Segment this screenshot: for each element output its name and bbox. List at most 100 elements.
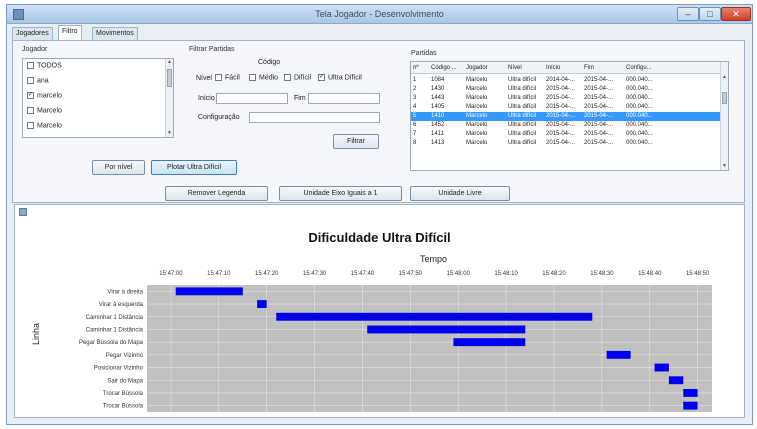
scroll-thumb[interactable] (167, 69, 172, 87)
checkbox[interactable] (27, 77, 34, 84)
table-cell: 1410 (431, 113, 445, 119)
checkbox[interactable] (249, 74, 256, 81)
checkbox[interactable]: ✓ (318, 74, 325, 81)
table-row[interactable]: 4 1405 Marcelo Ultra difícil 2015-04-... 2015… (411, 103, 728, 112)
table-cell: 000.040... (626, 131, 653, 137)
table-cell: 2015-04-... (546, 131, 576, 137)
unidade-eixo-iguais-button[interactable]: Unidade Eixo Iguais a 1 (279, 186, 402, 201)
inicio-label: Início (198, 95, 215, 102)
table-row[interactable]: 7 1411 Marcelo Ultra difícil 2015-04-... 2015… (411, 130, 728, 139)
y-tick-label: Virar à esquerda (99, 302, 144, 308)
table-cell: 1 (413, 77, 417, 83)
configuracao-field[interactable] (249, 112, 380, 123)
table-cell: Ultra difícil (508, 86, 537, 92)
jogador-checkbox-row[interactable]: ana (27, 77, 49, 87)
table-scroll-up-icon[interactable]: ▲ (721, 74, 728, 81)
table-scroll-down-icon[interactable]: ▼ (721, 163, 728, 170)
table-row[interactable]: 1 1084 Marcelo Ultra difícil 2014-04-... 2015… (411, 76, 728, 85)
table-row[interactable]: 5 1410 Marcelo Ultra difícil 2015-04-... 2015… (411, 112, 728, 121)
tab-movimentos[interactable]: Movimentos (92, 27, 138, 40)
table-cell: Ultra difícil (508, 131, 537, 137)
table-cell: 1430 (431, 86, 445, 92)
table-cell: Marcelo (466, 131, 488, 137)
checkbox[interactable] (27, 122, 34, 129)
nivel-label: Médio (259, 74, 279, 82)
scroll-up-icon[interactable]: ▲ (166, 59, 173, 66)
window-title: Tela Jogador - Desenvolvimento (315, 9, 444, 19)
jogador-checklist[interactable]: TODOS ana ✓ marcelo Marcelo Marcelo ▲ ▼ (22, 58, 174, 138)
gantt-bar (606, 350, 631, 359)
filter-tab-panel: Jogador TODOS ana ✓ marcelo Marcelo Marcelo ▲… (12, 40, 745, 203)
title-bar[interactable]: Tela Jogador - Desenvolvimento – □ ✕ (7, 5, 752, 24)
table-cell: 2015-04-... (546, 122, 576, 128)
maximize-button[interactable]: □ (699, 7, 721, 21)
table-scroll-thumb[interactable] (722, 92, 727, 104)
y-tick-label: Pegar Bússola do Mapa (79, 340, 144, 346)
jogador-checkbox-row[interactable]: Marcelo (27, 122, 62, 132)
checkbox[interactable] (215, 74, 222, 81)
remover-legenda-button[interactable]: Remover Legenda (165, 186, 268, 201)
column-header[interactable]: Nível (508, 64, 544, 72)
tab-filtro[interactable]: Filtro (58, 25, 82, 40)
table-cell: Ultra difícil (508, 95, 537, 101)
y-tick-label: Trocar Bússola (103, 404, 144, 410)
nivel-checkbox-row[interactable]: Fácil (215, 74, 240, 84)
column-header[interactable]: Jogador (466, 64, 506, 72)
close-button[interactable]: ✕ (721, 7, 751, 21)
table-cell: 2015-04-... (584, 113, 614, 119)
inicio-field[interactable] (216, 93, 288, 104)
table-cell: Marcelo (466, 122, 488, 128)
nivel-checkbox-row[interactable]: ✓ Ultra Difícil (318, 74, 362, 84)
nivel-checkbox-row[interactable]: Difícil (284, 74, 311, 84)
nivel-checkbox-row[interactable]: Médio (249, 74, 278, 84)
minimize-button[interactable]: – (677, 7, 699, 21)
jogador-label: TODOS (37, 62, 62, 70)
y-tick-label: Caminhar 1 Distância (86, 315, 144, 321)
column-header[interactable]: Configu... (626, 64, 666, 72)
filtrar-button[interactable]: Filtrar (333, 134, 379, 149)
x-tick-label: 15:47:20 (255, 271, 279, 277)
checkbox[interactable]: ✓ (27, 92, 34, 99)
table-cell: 1443 (431, 95, 445, 101)
gantt-bar (276, 312, 593, 321)
gantt-bar (367, 325, 526, 334)
table-cell: 8 (413, 140, 417, 146)
table-cell: Marcelo (466, 95, 488, 101)
table-row[interactable]: 6 1452 Marcelo Ultra difícil 2015-04-... 2015… (411, 121, 728, 130)
y-tick-label: Caminhar 1 Distância (86, 327, 144, 333)
table-cell: 2015-04-... (546, 95, 576, 101)
fim-field[interactable] (308, 93, 380, 104)
jogador-checkbox-row[interactable]: Marcelo (27, 107, 62, 117)
table-scrollbar[interactable]: ▲ ▼ (720, 62, 728, 170)
table-row[interactable]: 2 1430 Marcelo Ultra difícil 2015-04-... 2015… (411, 85, 728, 94)
table-cell: Marcelo (466, 77, 488, 83)
column-header[interactable]: Código ... (431, 64, 464, 72)
table-cell: 000.040... (626, 122, 653, 128)
jogador-checkbox-row[interactable]: TODOS (27, 62, 62, 72)
gantt-bar (257, 300, 267, 308)
scroll-down-icon[interactable]: ▼ (166, 130, 173, 137)
tab-jogadores[interactable]: Jogadores (12, 27, 53, 40)
table-row[interactable]: 3 1443 Marcelo Ultra difícil 2015-04-... 2015… (411, 94, 728, 103)
gantt-bar (453, 338, 526, 347)
plotar-ultra-dificil-button[interactable]: Plotar Ultra Difícil (151, 160, 237, 175)
checkbox[interactable] (27, 62, 34, 69)
jogador-scrollbar[interactable]: ▲ ▼ (165, 59, 173, 137)
nivel-label: Difícil (294, 74, 312, 82)
table-cell: 1084 (431, 77, 445, 83)
gantt-chart: 15:47:00 15:47:10 15:47:20 15:47:30 15:47:40… (79, 271, 712, 412)
partidas-table[interactable]: nº Código ... Jogador Nível Início Fim Configu… (410, 61, 729, 171)
table-row[interactable]: 8 1413 Marcelo Ultra difícil 2015-04-... 2015… (411, 139, 728, 148)
jogador-group-label: Jogador (22, 46, 48, 53)
unidade-livre-button[interactable]: Unidade Livre (410, 186, 510, 201)
x-tick-label: 15:48:20 (542, 271, 566, 277)
column-header[interactable]: nº (413, 64, 429, 72)
jogador-checkbox-row[interactable]: ✓ marcelo (27, 92, 62, 102)
checkbox[interactable] (284, 74, 291, 81)
table-cell: 000.040... (626, 104, 653, 110)
nivel-label: Fácil (225, 74, 240, 82)
por-nivel-button[interactable]: Por nível (92, 160, 145, 175)
column-header[interactable]: Fim (584, 64, 624, 72)
checkbox[interactable] (27, 107, 34, 114)
column-header[interactable]: Início (546, 64, 582, 72)
